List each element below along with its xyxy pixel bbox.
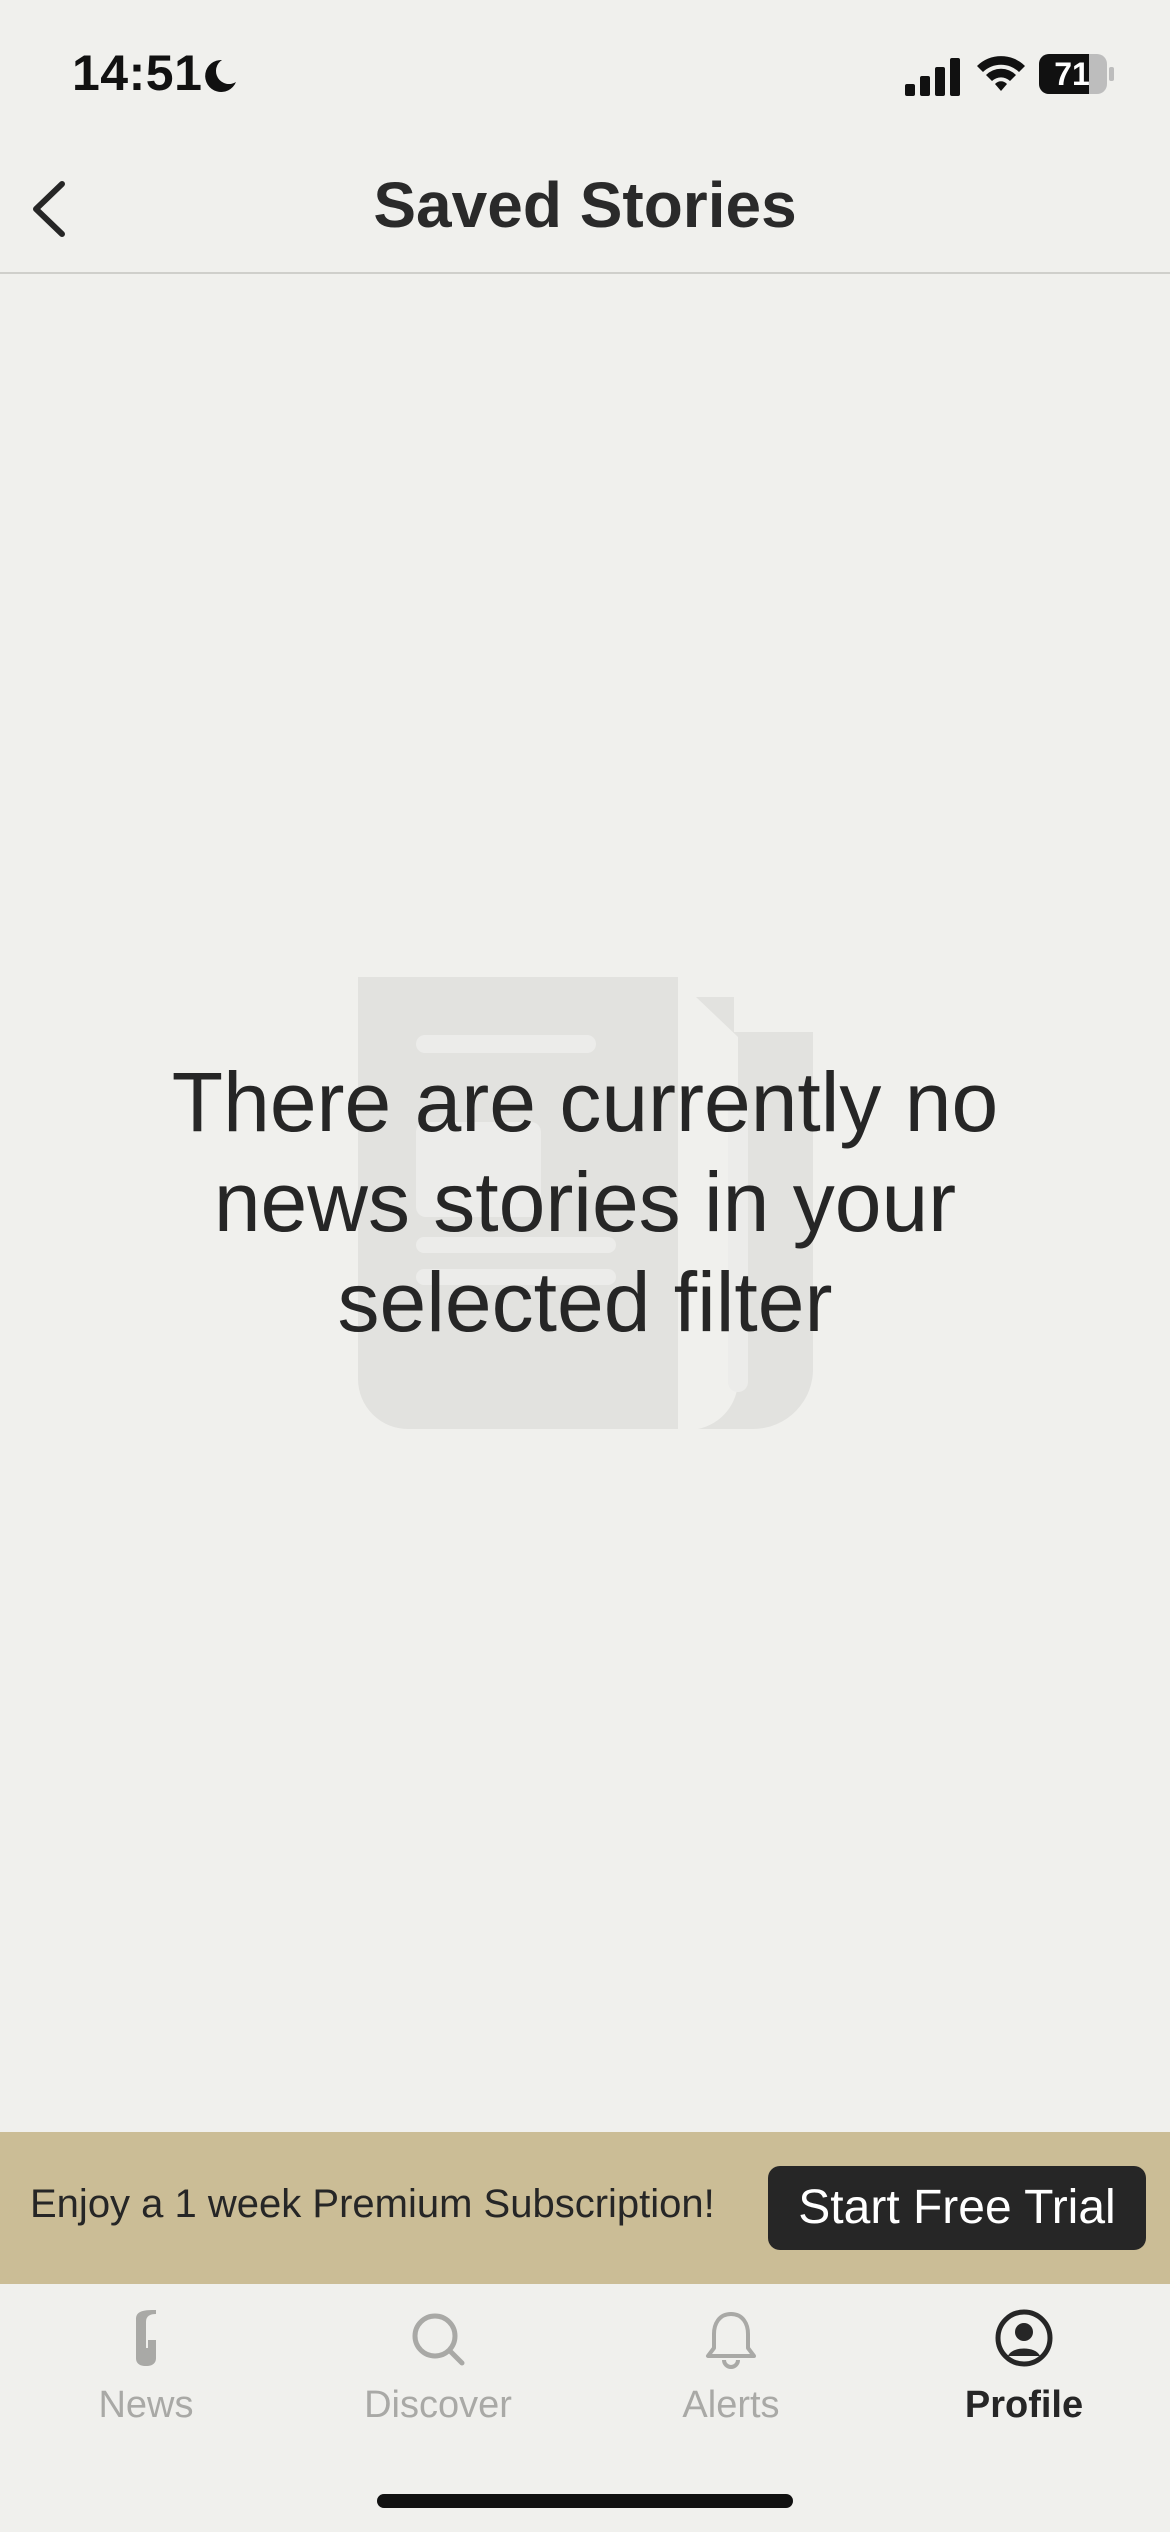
search-icon bbox=[412, 2313, 465, 2366]
promo-banner: Enjoy a 1 week Premium Subscription! Sta… bbox=[0, 2132, 1170, 2284]
moon-icon bbox=[205, 59, 236, 92]
tab-label: Profile bbox=[964, 2384, 1084, 2426]
empty-state: There are currently no news stories in y… bbox=[0, 272, 1170, 2132]
tab-label: Alerts bbox=[682, 2384, 780, 2426]
bell-icon bbox=[706, 2312, 756, 2369]
news-logo-icon bbox=[136, 2310, 156, 2366]
status-bar: 14:51 71 bbox=[0, 0, 1170, 150]
promo-text: Enjoy a 1 week Premium Subscription! bbox=[30, 2182, 715, 2226]
navigation-bar: Saved Stories bbox=[0, 150, 1170, 274]
tab-alerts[interactable]: Alerts bbox=[585, 2284, 877, 2444]
page-title: Saved Stories bbox=[373, 169, 797, 241]
signal-icon bbox=[905, 58, 960, 96]
status-time: 14:51 bbox=[72, 45, 203, 101]
battery-level: 71 bbox=[1054, 56, 1090, 92]
empty-state-message: There are currently no news stories in y… bbox=[171, 1055, 999, 1349]
start-free-trial-button[interactable]: Start Free Trial bbox=[768, 2166, 1146, 2250]
home-indicator[interactable] bbox=[377, 2494, 793, 2508]
tab-label: Discover bbox=[364, 2384, 512, 2426]
tab-profile[interactable]: Profile bbox=[878, 2284, 1170, 2444]
tab-discover[interactable]: Discover bbox=[292, 2284, 584, 2444]
tab-news[interactable]: News bbox=[0, 2284, 292, 2444]
profile-icon bbox=[995, 2309, 1053, 2367]
tab-label: News bbox=[98, 2384, 194, 2426]
wifi-icon bbox=[977, 56, 1025, 91]
